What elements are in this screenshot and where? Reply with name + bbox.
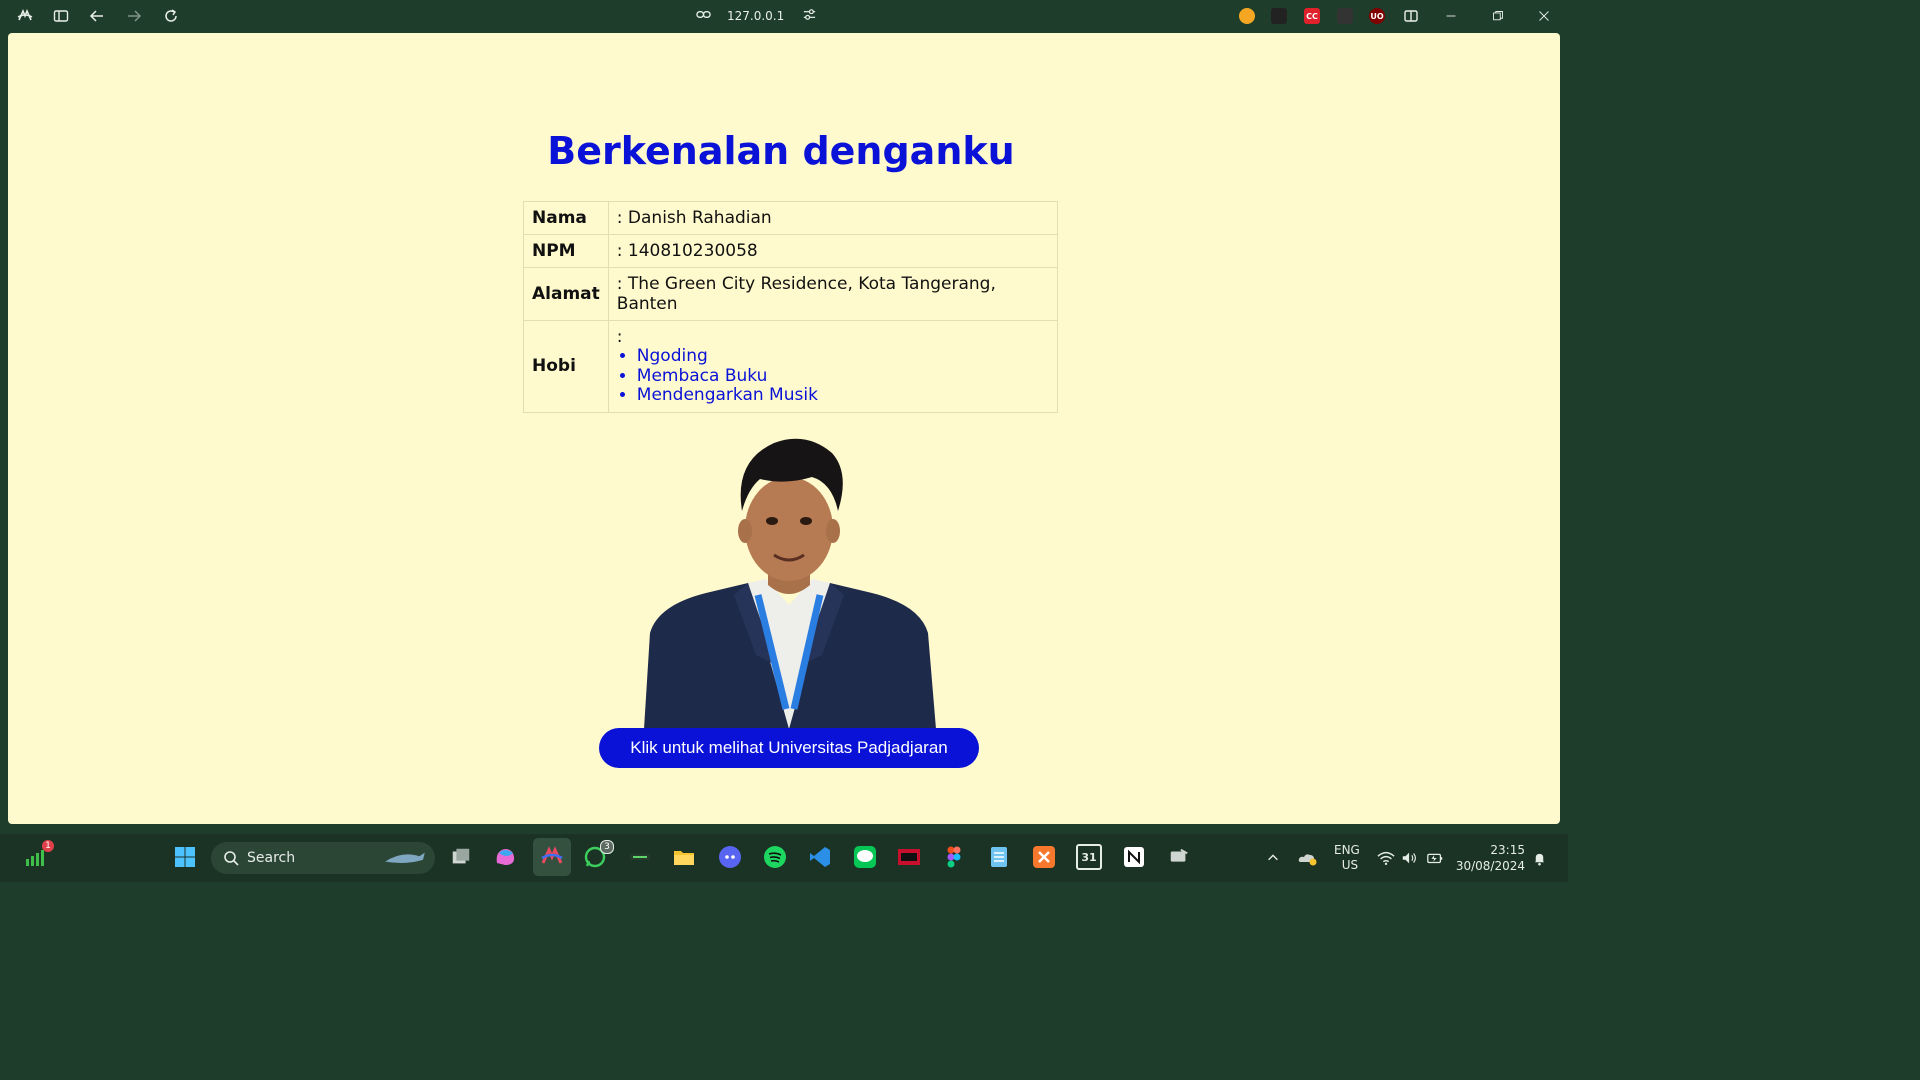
clock[interactable]: 23:15 30/08/2024: [1455, 834, 1525, 882]
search-icon: [223, 850, 239, 866]
row-label-hobi: Hobi: [523, 320, 609, 413]
site-settings-icon[interactable]: [802, 7, 817, 25]
list-item: Mendengarkan Musik: [637, 385, 1049, 406]
link-icon: [696, 7, 711, 25]
whatsapp-icon[interactable]: 3: [582, 840, 614, 870]
windows-start-icon[interactable]: [172, 844, 198, 870]
row-label-npm: NPM: [523, 234, 609, 268]
whatsapp-badge: 3: [600, 840, 614, 854]
clock-time: 23:15: [1490, 843, 1525, 857]
search-label: Search: [247, 850, 296, 866]
wifi-icon[interactable]: [1377, 834, 1395, 882]
notepad-icon[interactable]: [986, 844, 1012, 870]
battery-charging-icon[interactable]: [1426, 834, 1444, 882]
list-item: Ngoding: [637, 346, 1049, 367]
copilot-icon[interactable]: [492, 844, 518, 870]
calendar-icon[interactable]: 31: [1076, 844, 1102, 870]
table-row: NPM : 140810230058: [523, 234, 1058, 268]
taskbar-search[interactable]: Search: [211, 842, 435, 874]
terminal-extension-icon[interactable]: [1337, 8, 1353, 24]
profile-photo: [644, 438, 936, 729]
arc-logo-icon[interactable]: [16, 7, 34, 25]
task-view-icon[interactable]: [448, 844, 474, 870]
sidebar-toggle-icon[interactable]: [52, 7, 70, 25]
address-bar[interactable]: 127.0.0.1: [696, 6, 817, 26]
figma-icon[interactable]: [941, 844, 967, 870]
line-icon[interactable]: [852, 844, 878, 870]
row-value-nama: : Danish Rahadian: [607, 201, 1058, 235]
minimize-icon[interactable]: [1441, 6, 1461, 26]
forward-arrow-icon[interactable]: [125, 7, 143, 25]
back-arrow-icon[interactable]: [88, 7, 106, 25]
table-row: Alamat : The Green City Residence, Kota …: [523, 267, 1058, 321]
row-value-npm: : 140810230058: [607, 234, 1058, 268]
onedrive-warning-icon[interactable]: [1298, 834, 1318, 882]
clock-date: 30/08/2024: [1455, 859, 1525, 873]
restore-icon[interactable]: [1488, 6, 1508, 26]
volume-icon[interactable]: [1401, 834, 1419, 882]
hobi-list: Ngoding Membaca Buku Mendengarkan Musik: [617, 346, 1049, 406]
browser-toolbar: 127.0.0.1 CC UO: [0, 0, 1568, 33]
url-text[interactable]: 127.0.0.1: [727, 9, 784, 23]
cc-extension-icon[interactable]: CC: [1304, 8, 1320, 24]
table-row: Hobi : Ngoding Membaca Buku Mendengarkan…: [523, 320, 1058, 413]
taskbar: 1 Search 3 31 ENG US 23:15 30/08/2024: [0, 834, 1568, 882]
language-secondary: US: [1341, 858, 1359, 872]
language-primary: ENG: [1334, 843, 1360, 857]
row-label-alamat: Alamat: [523, 267, 609, 321]
ublock-extension-icon[interactable]: UO: [1369, 8, 1385, 24]
notification-badge: 1: [42, 840, 54, 852]
shark-search-highlight-icon: [383, 849, 427, 867]
list-item: Membaca Buku: [637, 366, 1049, 387]
calendar-day: 31: [1076, 844, 1102, 870]
file-explorer-icon[interactable]: [671, 844, 697, 870]
row-value-hobi: : Ngoding Membaca Buku Mendengarkan Musi…: [607, 320, 1058, 413]
close-icon[interactable]: [1534, 6, 1554, 26]
table-row: Nama : Danish Rahadian: [523, 201, 1058, 235]
mongodb-compass-icon[interactable]: [896, 844, 922, 870]
terminal-app-icon[interactable]: [627, 844, 653, 870]
arc-browser-taskbar-icon[interactable]: [533, 838, 571, 876]
reload-icon[interactable]: [162, 7, 180, 25]
page-viewport: Berkenalan denganku Nama : Danish Rahadi…: [8, 33, 1560, 824]
gamepad-extension-icon[interactable]: [1271, 8, 1287, 24]
university-link-button[interactable]: Klik untuk melihat Universitas Padjadjar…: [599, 728, 979, 768]
profile-table: Nama : Danish Rahadian NPM : 14081023005…: [523, 201, 1058, 413]
row-value-alamat: : The Green City Residence, Kota Tangera…: [607, 267, 1058, 321]
notion-icon[interactable]: [1121, 844, 1147, 870]
discord-icon[interactable]: [717, 844, 743, 870]
row-label-nama: Nama: [523, 201, 609, 235]
vscode-icon[interactable]: [807, 844, 833, 870]
split-view-icon[interactable]: [1402, 7, 1420, 25]
language-indicator[interactable]: ENG US: [1334, 834, 1360, 882]
xampp-icon[interactable]: [1031, 844, 1057, 870]
spotify-icon[interactable]: [762, 844, 788, 870]
notification-bell-icon[interactable]: [1532, 834, 1547, 882]
stocks-widget-icon[interactable]: 1: [22, 840, 54, 870]
hobi-prefix: :: [616, 327, 623, 347]
screen-share-icon[interactable]: [1166, 844, 1192, 870]
tray-overflow-chevron-icon[interactable]: [1266, 834, 1280, 882]
page-title: Berkenalan denganku: [547, 129, 1015, 173]
clock-extension-icon[interactable]: [1239, 8, 1255, 24]
